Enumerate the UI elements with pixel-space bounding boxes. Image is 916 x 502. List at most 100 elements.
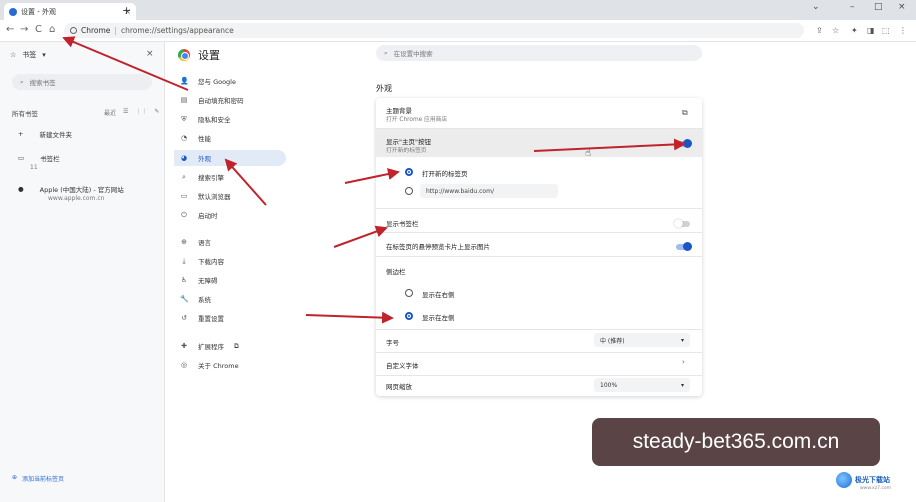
nav-label: 语言: [198, 239, 211, 247]
radio-side-right[interactable]: [405, 289, 413, 297]
page-zoom-row: 网页缩放 100% ▾: [376, 376, 702, 396]
add-icon: +: [18, 130, 24, 138]
nav-item-privacy[interactable]: ⛨ 隐私和安全: [174, 111, 286, 127]
new-tab-button[interactable]: +: [122, 4, 131, 17]
browser-icon: ▭: [180, 192, 188, 200]
page-zoom-select[interactable]: 100% ▾: [594, 378, 690, 392]
url-separator: |: [114, 26, 117, 35]
extensions-icon[interactable]: ✦: [851, 26, 858, 35]
list-item-apple[interactable]: ● Apple (中国大陆) - 官方网站: [18, 184, 124, 194]
close-window-button[interactable]: ×: [898, 2, 906, 12]
nav-item-downloads[interactable]: ⤓ 下载内容: [174, 253, 286, 269]
download-icon: ⤓: [182, 256, 186, 265]
globe-icon: ⊕: [181, 238, 187, 246]
bookmarks-bar-row[interactable]: 显示书签栏: [376, 209, 702, 231]
all-bookmarks-label: 所有书签: [12, 110, 38, 118]
nav-item-performance[interactable]: ◔ 性能: [174, 130, 286, 146]
radio-side-left[interactable]: [405, 312, 413, 320]
chevron-right-icon: ›: [682, 358, 685, 366]
open-in-new-icon[interactable]: ⧉: [682, 108, 688, 118]
chrome-icon: ◎: [180, 361, 188, 369]
share-icon[interactable]: ⇪: [816, 26, 823, 35]
home-button[interactable]: ⌂: [49, 24, 55, 35]
tab-settings-appearance[interactable]: 设置 - 外观 ×: [4, 3, 136, 20]
list-item-label: 书签栏: [40, 155, 60, 163]
bookmark-search-input[interactable]: ⌕ 搜索书签: [12, 74, 152, 90]
sort-button[interactable]: 最近: [104, 108, 116, 117]
font-size-value: 中 (推荐): [600, 337, 625, 345]
panel-close-icon[interactable]: ×: [146, 49, 154, 59]
nav-item-reset[interactable]: ↺ 重置设置: [174, 310, 286, 326]
maximize-button[interactable]: □: [874, 2, 883, 12]
back-button[interactable]: ←: [6, 24, 14, 35]
page-title: 设置: [198, 49, 220, 62]
nav-label: 扩展程序: [198, 343, 224, 351]
forward-button[interactable]: →: [20, 24, 28, 35]
edit-icon[interactable]: ✎: [154, 108, 159, 117]
address-bar[interactable]: Chrome | chrome://settings/appearance: [64, 23, 804, 38]
nav-item-system[interactable]: 🔧 系统: [174, 291, 286, 307]
nav-item-accessibility[interactable]: ♿ 无障碍: [174, 272, 286, 288]
search-placeholder: 搜索书签: [29, 79, 56, 87]
list-item-bookmarks-bar[interactable]: ▭ 书签栏: [18, 153, 60, 163]
nav-item-search-engine[interactable]: ⌕ 搜索引擎: [174, 169, 286, 185]
theme-row[interactable]: 主题背景 打开 Chrome 应用商店 ⧉: [376, 98, 702, 128]
custom-fonts-row[interactable]: 自定义字体 ›: [376, 353, 702, 375]
watermark-text: steady-bet365.com.cn: [632, 430, 840, 453]
nav-item-you-and-google[interactable]: 👤 您与 Google: [174, 73, 286, 89]
bookmarks-bar-toggle[interactable]: [674, 219, 690, 228]
side-panel-icon[interactable]: ◨: [867, 26, 875, 35]
browser-toolbar: ← → C ⌂ Chrome | chrome://settings/appea…: [0, 20, 916, 42]
tab-search-icon[interactable]: ⌄: [812, 2, 820, 12]
nav-item-extensions[interactable]: ✚ 扩展程序 ⧉: [174, 338, 286, 354]
add-current-tab-button[interactable]: ⊕ 添加当前标签页: [12, 474, 64, 483]
add-circle-icon: ⊕: [12, 474, 18, 481]
nav-label: 无障碍: [198, 277, 218, 285]
nav-item-default-browser[interactable]: ▭ 默认浏览器: [174, 188, 286, 204]
url-host: Chrome: [81, 26, 111, 35]
side-panel-label: 侧边栏: [386, 268, 406, 276]
font-size-label: 字号: [386, 339, 399, 347]
power-icon: ⏻: [181, 210, 187, 219]
profile-icon[interactable]: ⬚: [882, 26, 890, 35]
settings-header: 设置: [178, 47, 220, 63]
home-url-value: http://www.baidu.com/: [426, 187, 494, 195]
nav-label: 关于 Chrome: [198, 362, 239, 370]
tab-preview-row[interactable]: 在标签页的悬停预览卡片上显示图片: [376, 233, 702, 255]
nav-item-about-chrome[interactable]: ◎ 关于 Chrome: [174, 357, 286, 373]
bookmark-star-icon[interactable]: ☆: [832, 26, 839, 35]
tab-strip: 设置 - 外观 × + ⌄ – □ ×: [0, 0, 916, 20]
chevron-down-icon[interactable]: ▾: [42, 51, 46, 59]
nav-item-on-startup[interactable]: ⏻ 启动时: [174, 207, 286, 223]
wrench-icon: 🔧: [180, 295, 189, 303]
mouse-cursor-icon: ☝: [585, 148, 592, 159]
site-info-icon[interactable]: [70, 27, 77, 34]
search-icon: ⌕: [182, 172, 186, 181]
add-current-tab-label: 添加当前标签页: [22, 476, 65, 483]
menu-icon[interactable]: ⋮: [899, 26, 907, 35]
nav-item-autofill[interactable]: ▤ 自动填充和密码: [174, 92, 286, 108]
minimize-button[interactable]: –: [850, 2, 855, 12]
panel-header[interactable]: ☆ 书签 ▾: [10, 50, 46, 60]
home-url-input[interactable]: http://www.baidu.com/: [420, 184, 558, 198]
nav-label: 自动填充和密码: [198, 97, 244, 105]
home-button-toggle[interactable]: [676, 139, 692, 148]
panel-title: 书签: [22, 51, 37, 59]
theme-sub: 打开 Chrome 应用商店: [386, 117, 448, 123]
nav-item-languages[interactable]: ⊕ 语言: [174, 234, 286, 250]
reload-button[interactable]: C: [35, 24, 42, 35]
external-link-icon: ⧉: [234, 341, 239, 350]
font-size-select[interactable]: 中 (推荐) ▾: [594, 333, 690, 347]
folder-icon: ▭: [18, 154, 25, 162]
home-button-row[interactable]: 显示"主页"按钮 打开新的标签页: [376, 129, 702, 157]
radio-new-tab[interactable]: [405, 168, 413, 176]
custom-fonts-label: 自定义字体: [386, 362, 419, 370]
nav-item-appearance[interactable]: ◕ 外观: [174, 150, 286, 166]
bookmark-star-icon: ☆: [10, 51, 17, 59]
list-view-icon[interactable]: ☰: [123, 108, 128, 117]
settings-search-input[interactable]: ⌕ 在设置中搜索: [376, 45, 702, 61]
tab-preview-toggle[interactable]: [676, 242, 692, 251]
list-item-new-folder[interactable]: + 新建文件夹: [18, 129, 72, 139]
grid-view-icon[interactable]: ⋮⋮: [135, 108, 147, 117]
radio-custom-url[interactable]: [405, 187, 413, 195]
